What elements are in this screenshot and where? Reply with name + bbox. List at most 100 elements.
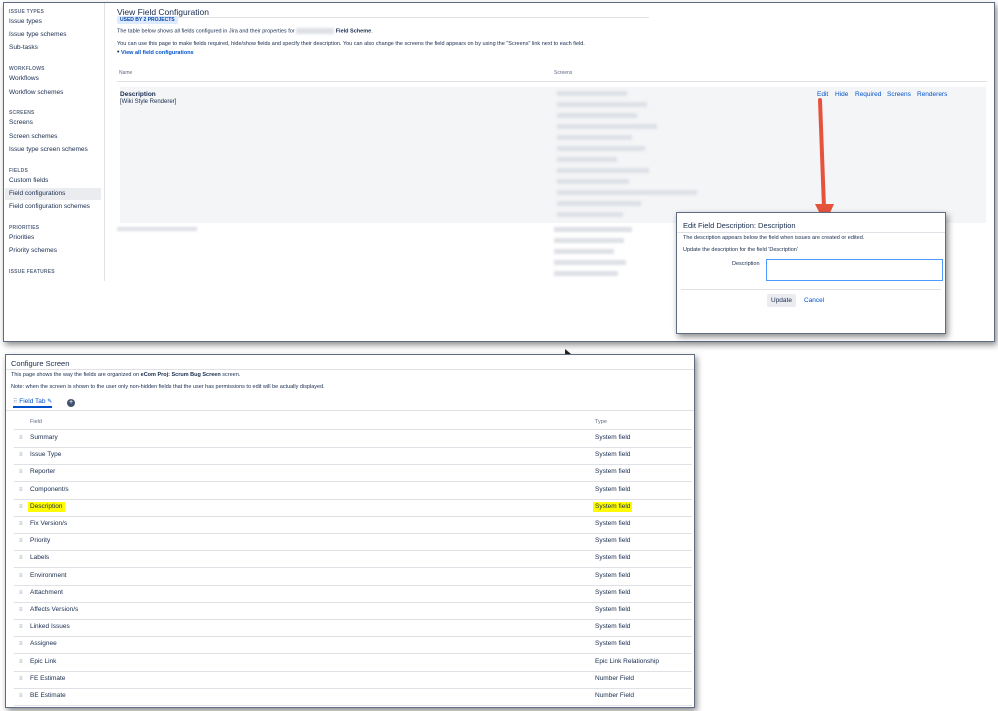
description-textarea[interactable] [766,259,943,281]
table-row[interactable]: ≡ Description System field [14,499,692,517]
table-row[interactable]: ≡ Attachment System field [14,585,692,603]
sidebar-item-workflow-schemes[interactable]: Workflow schemes [5,87,101,99]
table-row[interactable]: ≡ Summary System field [14,430,692,448]
table-row[interactable]: ≡ Affects Version/s System field [14,602,692,620]
sidebar-item-field-configurations[interactable]: Field configurations [5,188,101,200]
sidebar-item-issue-types[interactable]: Issue types [5,16,101,28]
table-row[interactable]: ≡ BE Estimate Number Field [14,688,692,706]
table-row[interactable]: ≡ FE Estimate Number Field [14,671,692,689]
field-type: System field [595,606,631,613]
screen-desc-prefix: This page shows the way the fields are o… [11,372,140,378]
field-type: System field [595,468,631,476]
required-link[interactable]: Required [855,91,881,98]
field-name: BE Estimate [30,692,66,699]
sidebar-item-custom-fields[interactable]: Custom fields [5,175,101,187]
view-all-field-configurations-link[interactable]: View all field configurations [121,50,194,56]
sidebar-item-workflows[interactable]: Workflows [5,73,101,85]
projects-lozenge[interactable]: USED BY 2 PROJECTS [117,16,178,24]
field-type: Epic Link Relationship [595,657,659,665]
field-type: System field [595,571,631,579]
drag-handle-icon[interactable]: ≡ [19,452,23,458]
drag-handle-icon[interactable]: ≡ [19,487,23,493]
drag-handle-icon[interactable]: ≡ [19,607,23,613]
drag-handle-icon[interactable]: ≡ [19,521,23,527]
drag-handle-icon[interactable]: ≡ [19,590,23,596]
intro-text: The table below shows all fields configu… [117,28,295,35]
redacted-screen [554,238,624,243]
column-screens: Screens [554,70,573,76]
sidebar-item-issue-type-screen-schemes[interactable]: Issue type screen schemes [5,144,101,156]
drag-handle-icon[interactable]: ≡ [19,641,23,647]
redacted-screen [557,190,697,195]
cancel-button[interactable]: Cancel [800,294,828,307]
add-tab-icon[interactable]: + [67,399,75,407]
drag-handle-icon[interactable]: ≡ [19,693,23,699]
sidebar-item-field-configuration-schemes[interactable]: Field configuration schemes [5,201,101,213]
table-row[interactable]: ≡ Issue Type System field [14,447,692,466]
drag-handle-icon[interactable]: ≡ [19,573,23,579]
redacted-screen [554,249,614,254]
screens-link[interactable]: Screens [887,91,911,98]
field-renderer: [Wiki Style Renderer] [120,99,177,105]
table-row[interactable]: ≡ Priority System field [14,533,692,552]
drag-handle-icon[interactable]: ≡ [19,504,23,510]
redacted-screen [557,157,617,162]
configure-screen-title: Configure Screen [11,359,70,368]
field-type: System field [595,520,631,527]
field-name: Assignee [30,640,57,648]
redacted-row [117,227,197,231]
pencil-icon[interactable]: ✎ [47,399,52,405]
drag-handle-icon[interactable]: ≡ [19,676,23,682]
drag-handle-icon[interactable]: ≡ [19,624,23,630]
table-row[interactable]: ≡ Linked Issues System field [14,619,692,638]
field-type: System field [595,537,631,545]
sidebar-section-issue-types: ISSUE TYPES [9,9,44,15]
column-type: Type [595,419,607,425]
drag-handle-icon[interactable]: ≡ [19,538,23,544]
sidebar-section-screens: SCREENS [9,110,35,116]
field-type: System field [595,640,631,648]
field-name: Issue Type [30,451,62,459]
field-type: System field [595,588,631,596]
table-row[interactable]: ≡ Fix Version/s System field [14,516,692,534]
table-row[interactable]: ≡ Assignee System field [14,636,692,655]
redacted-screen [557,113,637,118]
sidebar-section-priorities: PRIORITIES [9,225,40,231]
drag-handle-icon[interactable]: ≡ [19,659,23,665]
sidebar-item-priorities[interactable]: Priorities [5,232,101,244]
update-button[interactable]: Update [767,294,796,307]
field-type: System field [595,554,631,562]
table-row[interactable]: ≡ Labels System field [14,550,692,569]
screen-name: eCom Proj: Scrum Bug Screen [140,372,221,378]
sidebar-item-sub-tasks[interactable]: Sub-tasks [5,42,101,54]
tab-field-tab[interactable]: ⠿ Field Tab ✎ [13,398,53,408]
table-row[interactable]: ≡ Environment System field [14,568,692,586]
redacted-screen [554,227,632,232]
sidebar-item-screens[interactable]: Screens [5,117,101,129]
redacted-screen [557,201,641,206]
field-name: Affects Version/s [30,606,79,613]
redacted-screen [557,124,657,129]
redacted-screen [557,91,627,96]
configure-screen-window: Configure Screen This page shows the way… [5,354,695,708]
field-type: Number Field [595,692,635,699]
redacted-screen [554,260,626,265]
sidebar-item-issue-type-schemes[interactable]: Issue type schemes [5,29,101,41]
table-row[interactable]: ≡ Epic Link Epic Link Relationship [14,654,692,672]
field-name: Labels [30,554,50,562]
drag-handle-icon[interactable]: ≡ [19,555,23,561]
sidebar-item-screen-schemes[interactable]: Screen schemes [5,131,101,143]
field-type: System field [595,623,631,631]
table-row[interactable]: ≡ Reporter System field [14,464,692,483]
dialog-line-2: Update the description for the field 'De… [683,247,798,253]
description-label: Description [732,261,760,267]
field-type: Number Field [595,674,635,682]
drag-handle-icon[interactable]: ≡ [19,469,23,475]
field-name: Description [120,91,156,98]
field-type: System field [595,485,631,493]
table-row[interactable]: ≡ Component/s System field [14,482,692,500]
sidebar-section-issue-features: ISSUE FEATURES [9,269,55,275]
sidebar-item-priority-schemes[interactable]: Priority schemes [5,245,101,257]
drag-handle-icon[interactable]: ≡ [19,435,23,441]
renderers-link[interactable]: Renderers [917,91,947,98]
